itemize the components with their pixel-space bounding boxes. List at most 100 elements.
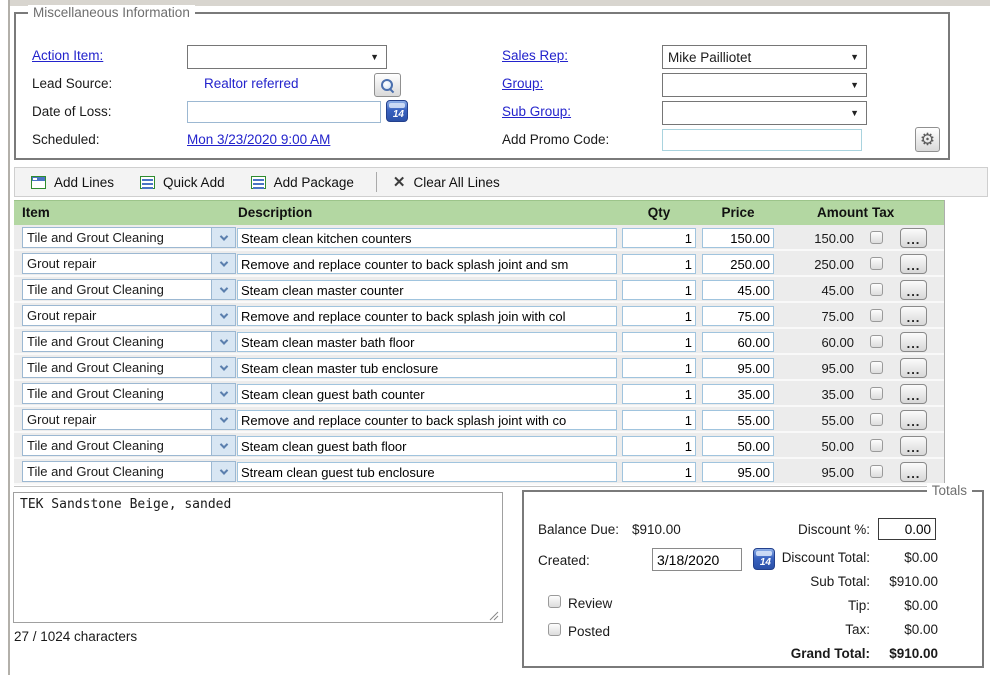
price-input[interactable] — [702, 410, 774, 430]
row-options-button[interactable]: ... — [900, 358, 927, 378]
item-select-dropdown-button[interactable] — [212, 357, 236, 378]
price-input[interactable] — [702, 228, 774, 248]
tax-checkbox[interactable] — [870, 335, 883, 348]
notes-textarea[interactable]: TEK Sandstone Beige, sanded — [13, 492, 503, 623]
qty-input[interactable] — [622, 384, 696, 404]
sub-group-select[interactable]: ▼ — [662, 101, 867, 125]
description-input[interactable] — [237, 280, 617, 300]
description-input[interactable] — [237, 332, 617, 352]
tax-checkbox[interactable] — [870, 413, 883, 426]
lead-source-search-button[interactable] — [374, 73, 401, 97]
description-input[interactable] — [237, 462, 617, 482]
scheduled-link[interactable]: Mon 3/23/2020 9:00 AM — [187, 132, 330, 147]
item-select-dropdown-button[interactable] — [212, 383, 236, 404]
price-input[interactable] — [702, 254, 774, 274]
promo-apply-button[interactable]: ⚙ — [915, 127, 940, 152]
qty-input[interactable] — [622, 332, 696, 352]
action-item-link[interactable]: Action Item: — [32, 48, 103, 63]
tax-checkbox[interactable] — [870, 309, 883, 322]
item-select[interactable]: Tile and Grout Cleaning — [22, 461, 236, 482]
qty-input[interactable] — [622, 228, 696, 248]
row-options-button[interactable]: ... — [900, 254, 927, 274]
item-select[interactable]: Tile and Grout Cleaning — [22, 435, 236, 456]
row-options-button[interactable]: ... — [900, 462, 927, 482]
ellipsis-icon: ... — [901, 312, 926, 324]
price-input[interactable] — [702, 306, 774, 326]
row-options-button[interactable]: ... — [900, 306, 927, 326]
sales-rep-link[interactable]: Sales Rep: — [502, 48, 568, 63]
tax-checkbox[interactable] — [870, 439, 883, 452]
item-select[interactable]: Tile and Grout Cleaning — [22, 357, 236, 378]
item-select-value: Tile and Grout Cleaning — [22, 435, 212, 456]
row-options-button[interactable]: ... — [900, 280, 927, 300]
description-input[interactable] — [237, 228, 617, 248]
qty-input[interactable] — [622, 358, 696, 378]
add-lines-button[interactable]: Add Lines — [25, 173, 120, 192]
discount-pct-input[interactable] — [878, 518, 936, 540]
item-select-dropdown-button[interactable] — [212, 331, 236, 352]
add-package-button[interactable]: Add Package — [245, 173, 360, 192]
price-input[interactable] — [702, 280, 774, 300]
price-input[interactable] — [702, 462, 774, 482]
action-item-select[interactable]: ▼ — [187, 45, 387, 69]
sales-rep-select[interactable]: Mike Pailliotet ▼ — [662, 45, 867, 69]
row-options-button[interactable]: ... — [900, 436, 927, 456]
qty-input[interactable] — [622, 306, 696, 326]
description-input[interactable] — [237, 254, 617, 274]
tax-checkbox[interactable] — [870, 361, 883, 374]
description-input[interactable] — [237, 436, 617, 456]
ellipsis-icon: ... — [901, 390, 926, 402]
row-options-button[interactable]: ... — [900, 332, 927, 352]
price-input[interactable] — [702, 384, 774, 404]
header-description: Description — [238, 205, 312, 220]
clear-all-lines-button[interactable]: ✕ Clear All Lines — [387, 173, 506, 192]
row-options-button[interactable]: ... — [900, 228, 927, 248]
lead-source-value[interactable]: Realtor referred — [204, 76, 299, 91]
review-checkbox[interactable] — [548, 595, 561, 608]
item-select-dropdown-button[interactable] — [212, 461, 236, 482]
item-select[interactable]: Tile and Grout Cleaning — [22, 227, 236, 248]
posted-checkbox[interactable] — [548, 623, 561, 636]
qty-input[interactable] — [622, 462, 696, 482]
description-input[interactable] — [237, 358, 617, 378]
quick-add-button[interactable]: Quick Add — [134, 173, 231, 192]
item-select[interactable]: Tile and Grout Cleaning — [22, 331, 236, 352]
tax-checkbox[interactable] — [870, 387, 883, 400]
price-input[interactable] — [702, 332, 774, 352]
qty-input[interactable] — [622, 280, 696, 300]
item-select-dropdown-button[interactable] — [212, 409, 236, 430]
chevron-down-icon — [219, 284, 227, 292]
promo-code-input[interactable] — [662, 129, 862, 151]
item-select-dropdown-button[interactable] — [212, 253, 236, 274]
item-select[interactable]: Grout repair — [22, 305, 236, 326]
price-input[interactable] — [702, 358, 774, 378]
item-select-dropdown-button[interactable] — [212, 279, 236, 300]
group-select[interactable]: ▼ — [662, 73, 867, 97]
tax-checkbox[interactable] — [870, 257, 883, 270]
tax-checkbox[interactable] — [870, 231, 883, 244]
qty-input[interactable] — [622, 436, 696, 456]
description-input[interactable] — [237, 410, 617, 430]
date-of-loss-input[interactable] — [187, 101, 381, 123]
sub-group-link[interactable]: Sub Group: — [502, 104, 571, 119]
item-select[interactable]: Tile and Grout Cleaning — [22, 279, 236, 300]
calendar-icon[interactable] — [386, 100, 408, 122]
item-select-dropdown-button[interactable] — [212, 227, 236, 248]
item-select-dropdown-button[interactable] — [212, 305, 236, 326]
item-select[interactable]: Tile and Grout Cleaning — [22, 383, 236, 404]
resize-grip-icon[interactable] — [489, 609, 499, 624]
description-input[interactable] — [237, 384, 617, 404]
row-options-button[interactable]: ... — [900, 410, 927, 430]
qty-input[interactable] — [622, 410, 696, 430]
price-input[interactable] — [702, 436, 774, 456]
item-select[interactable]: Grout repair — [22, 253, 236, 274]
quick-add-label: Quick Add — [163, 175, 225, 190]
row-options-button[interactable]: ... — [900, 384, 927, 404]
item-select[interactable]: Grout repair — [22, 409, 236, 430]
description-input[interactable] — [237, 306, 617, 326]
qty-input[interactable] — [622, 254, 696, 274]
group-link[interactable]: Group: — [502, 76, 543, 91]
tax-checkbox[interactable] — [870, 283, 883, 296]
item-select-dropdown-button[interactable] — [212, 435, 236, 456]
tax-checkbox[interactable] — [870, 465, 883, 478]
